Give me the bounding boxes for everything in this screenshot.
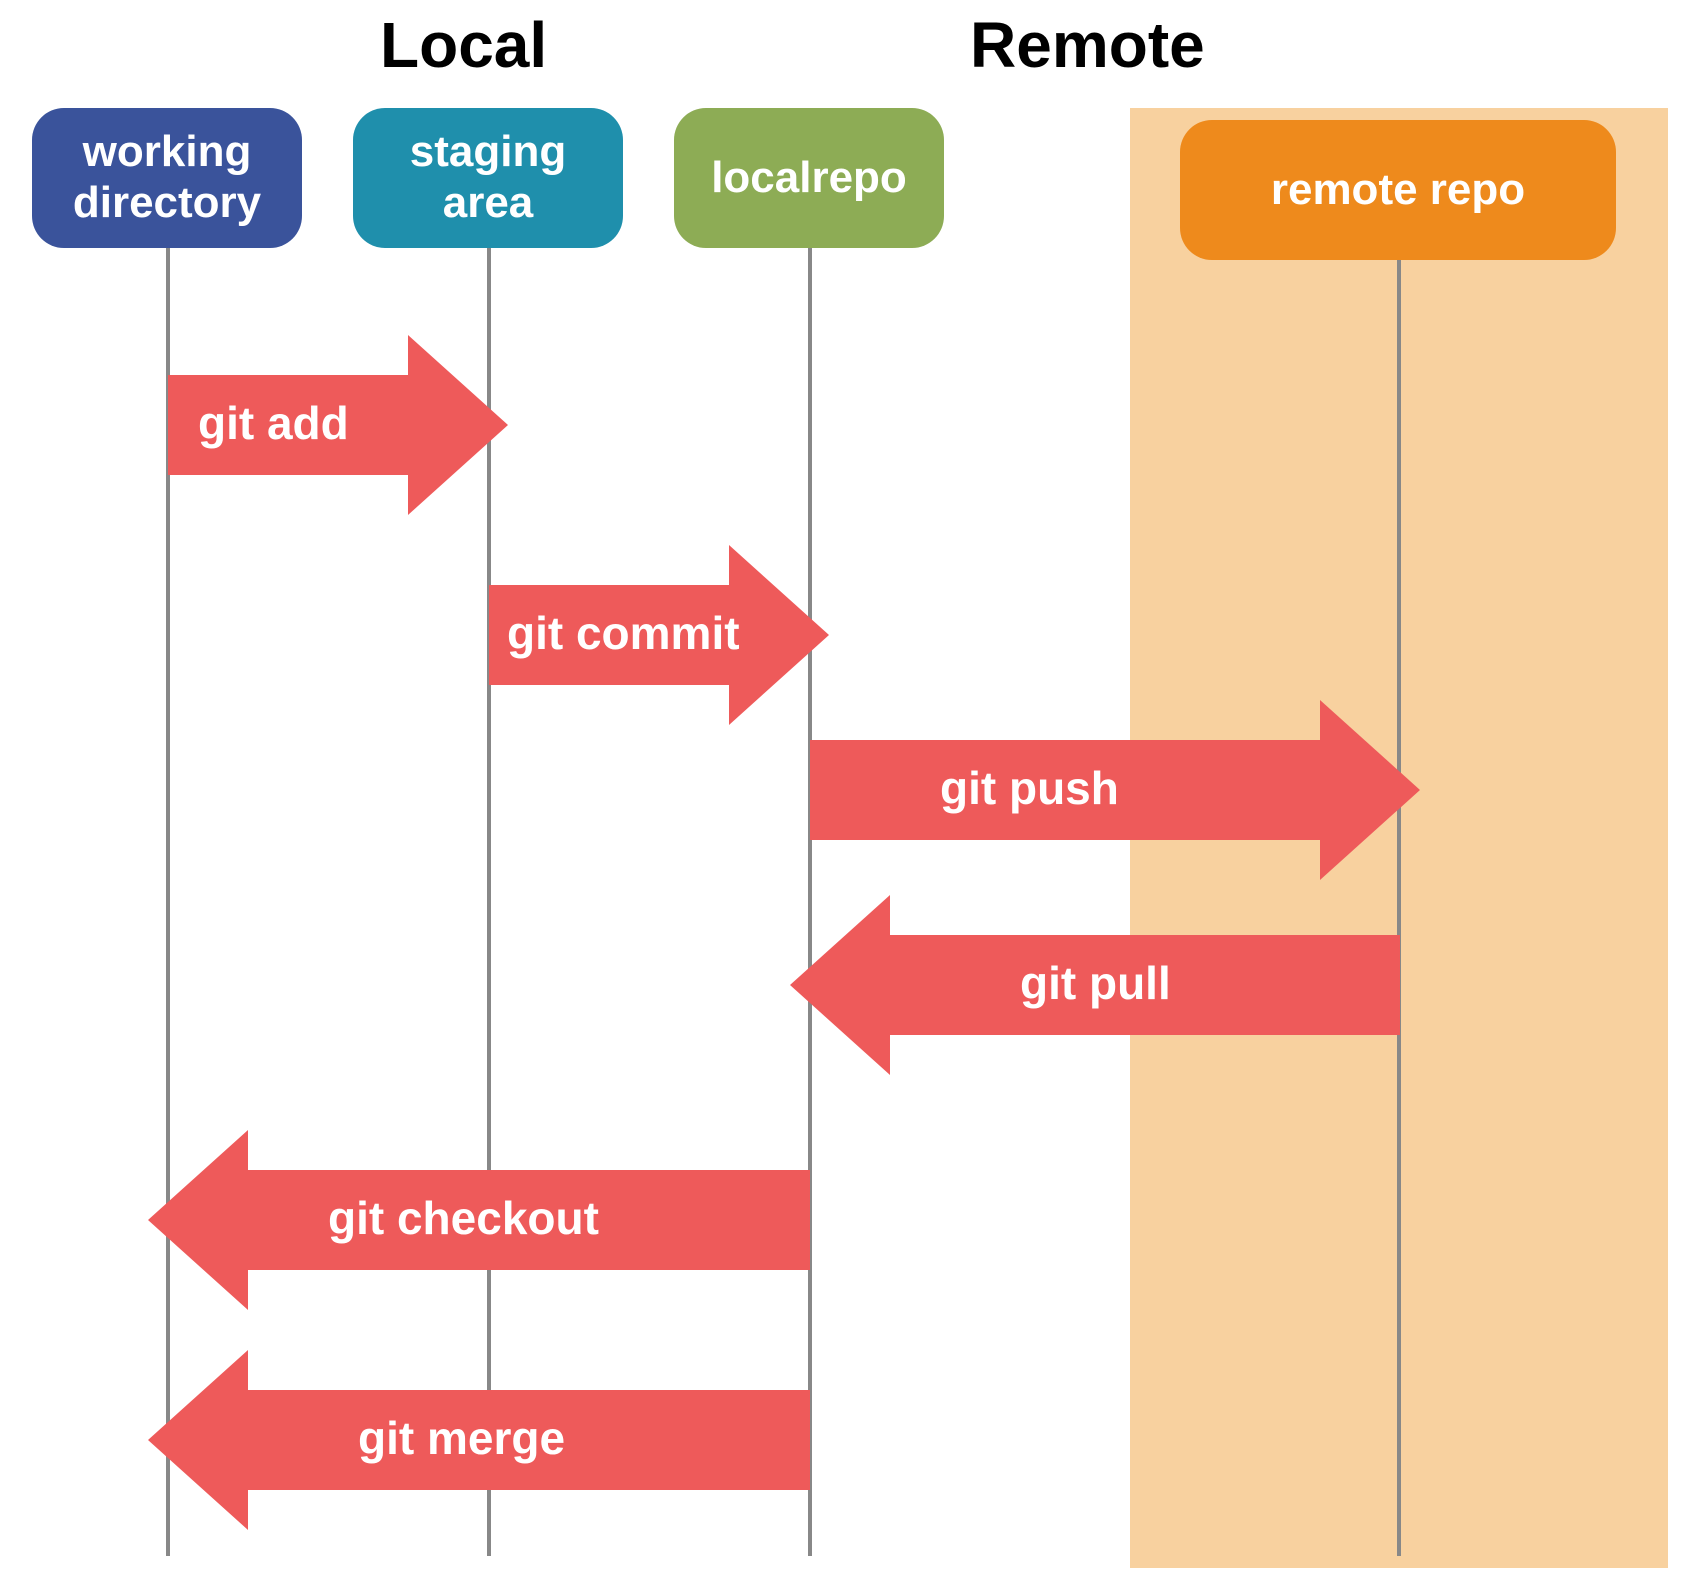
section-title-local: Local xyxy=(380,8,547,82)
lane-remote-repo-label: remote repo xyxy=(1271,165,1525,216)
arrow-git-pull: git pull xyxy=(790,895,1400,1075)
arrow-git-merge: git merge xyxy=(148,1350,810,1530)
lane-staging-area: staging area xyxy=(353,108,623,248)
lane-staging-area-label: staging area xyxy=(363,127,613,228)
arrow-git-checkout-label: git checkout xyxy=(328,1192,599,1244)
arrow-git-checkout: git checkout xyxy=(148,1130,810,1310)
arrow-git-merge-label: git merge xyxy=(358,1412,565,1464)
arrow-git-push: git push xyxy=(810,700,1420,880)
lane-local-repo: localrepo xyxy=(674,108,944,248)
arrow-git-add: git add xyxy=(168,335,508,515)
arrow-git-commit-label: git commit xyxy=(507,607,740,659)
lane-working-directory: working directory xyxy=(32,108,302,248)
lane-remote-repo: remote repo xyxy=(1180,120,1616,260)
arrow-git-pull-label: git pull xyxy=(1020,957,1171,1009)
arrow-git-push-label: git push xyxy=(940,762,1119,814)
arrow-git-commit: git commit xyxy=(489,545,829,725)
arrow-git-add-label: git add xyxy=(198,397,349,449)
lane-local-repo-label: localrepo xyxy=(711,153,907,204)
section-title-remote: Remote xyxy=(970,8,1205,82)
lane-working-directory-label: working directory xyxy=(42,127,292,228)
